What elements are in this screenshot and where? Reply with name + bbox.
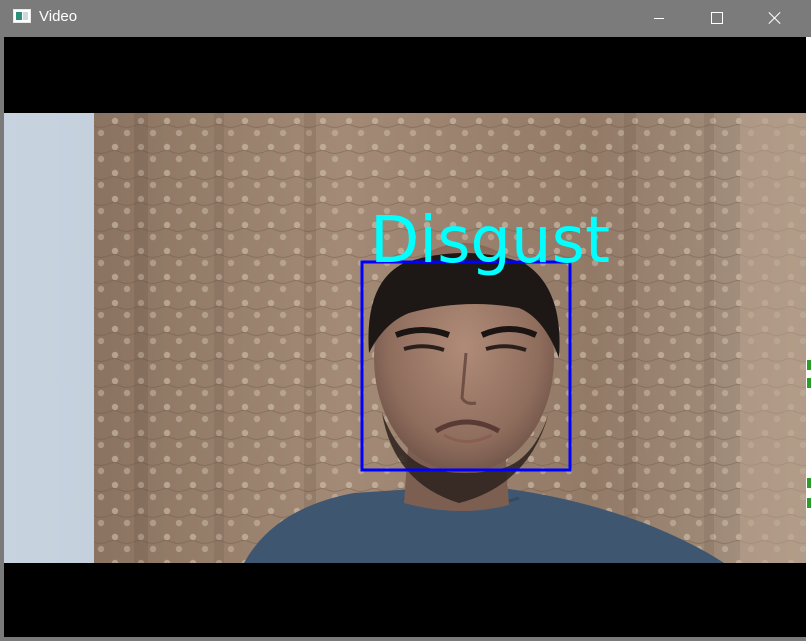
webcam-frame: Disgust	[4, 113, 806, 563]
webcam-image: Disgust	[4, 113, 806, 563]
emotion-label: Disgust	[370, 204, 610, 278]
background-window-edge	[806, 37, 811, 641]
maximize-icon	[711, 12, 723, 24]
close-button[interactable]	[746, 0, 804, 36]
close-icon	[768, 11, 782, 25]
maximize-button[interactable]	[688, 0, 746, 36]
video-window: Video Disgust	[0, 0, 811, 641]
video-client-area: Disgust	[4, 37, 806, 637]
minimize-button[interactable]	[630, 0, 688, 36]
title-bar[interactable]: Video	[0, 0, 811, 36]
app-window-icon	[13, 9, 31, 23]
window-title: Video	[39, 8, 78, 25]
minimize-icon	[654, 17, 664, 19]
